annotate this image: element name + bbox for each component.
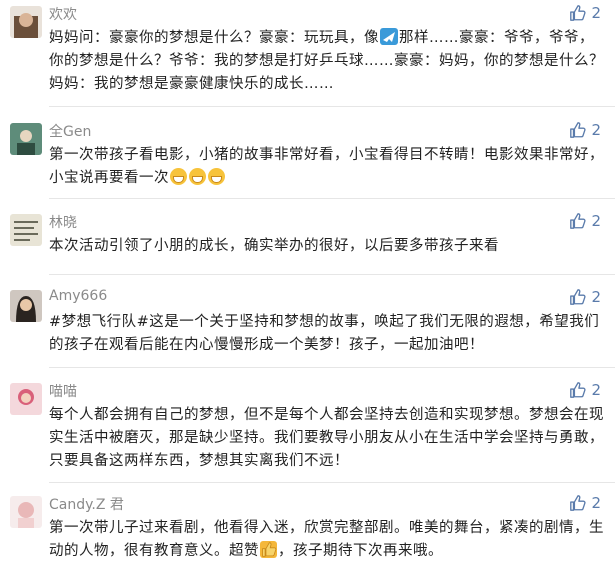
comment-text: 第一次带孩子看电影，小猪的故事非常好看，小宝看得目不转睛！电影效果非常好，小宝说…	[49, 147, 604, 186]
comment-text: #梦想飞行队#这是一个关于坚持和梦想的故事，唤起了我们无限的遐想，希望我们的孩子…	[49, 314, 600, 353]
comment-text: 每个人都会拥有自己的梦想，但不是每个人都会坚持去创造和实现梦想。梦想会在现实生活…	[49, 407, 604, 469]
divider	[49, 482, 615, 483]
avatar[interactable]	[10, 496, 42, 528]
commenter-name[interactable]: Amy666	[49, 288, 107, 304]
comment-item: 林晓 2 本次活动引领了小朋的成长，确实举办的很好，以后要多带孩子来看	[0, 208, 615, 268]
comment-item: 喵喵 2 每个人都会拥有自己的梦想，但不是每个人都会坚持去创造和实现梦想。梦想会…	[0, 377, 615, 487]
commenter-name[interactable]: 林晓	[49, 212, 77, 232]
comment-text: 妈妈问：豪豪你的梦想是什么？豪豪：玩玩具，像 那样……豪豪：爷爷，爷爷，你的梦想是…	[49, 28, 604, 92]
thumbs-up-icon	[570, 495, 587, 511]
comment-item: Amy666 2 #梦想飞行队#这是一个关于坚持和梦想的故事，唤起了我们无限的遐…	[0, 284, 615, 369]
comment-item: 欢欢 2 妈妈问：豪豪你的梦想是什么？豪豪：玩玩具，像 那样……豪豪：爷爷，爷爷，…	[0, 0, 615, 106]
comment-text: 第一次带儿子过来看剧，他看得入迷，欣赏完整部剧。唯美的舞台，紧凑的剧情，生动的人…	[49, 520, 604, 559]
divider	[49, 274, 615, 275]
commenter-name[interactable]: 喵喵	[49, 381, 77, 401]
commenter-name[interactable]: 欢欢	[49, 4, 77, 24]
avatar[interactable]	[10, 6, 42, 38]
commenter-name[interactable]: 全Gen	[49, 121, 91, 141]
airplane-icon	[380, 28, 398, 45]
like-button[interactable]: 2	[569, 121, 601, 139]
thumbs-up-icon	[570, 382, 587, 398]
like-count: 2	[591, 288, 601, 306]
thumbs-up-icon	[570, 5, 587, 21]
like-button[interactable]: 2	[569, 4, 601, 22]
grin-emoji-icon	[208, 168, 225, 185]
avatar[interactable]	[10, 290, 42, 322]
like-button[interactable]: 2	[569, 381, 601, 399]
like-count: 2	[591, 4, 601, 22]
avatar[interactable]	[10, 214, 42, 246]
comment-item: Candy.Z 君 2 第一次带儿子过来看剧，他看得入迷，欣赏完整部剧。唯美的舞…	[0, 490, 615, 575]
like-button[interactable]: 2	[569, 288, 601, 306]
like-button[interactable]: 2	[569, 494, 601, 512]
grin-emoji-icon	[189, 168, 206, 185]
grin-emoji-icon	[170, 168, 187, 185]
divider	[49, 106, 615, 107]
divider	[49, 367, 615, 368]
like-button[interactable]: 2	[569, 212, 601, 230]
divider	[49, 198, 615, 199]
thumbs-up-emoji-icon	[260, 541, 277, 558]
comment-text: 本次活动引领了小朋的成长，确实举办的很好，以后要多带孩子来看	[49, 238, 499, 254]
like-count: 2	[591, 494, 601, 512]
like-count: 2	[591, 212, 601, 230]
thumbs-up-icon	[570, 213, 587, 229]
thumbs-up-icon	[570, 122, 587, 138]
like-count: 2	[591, 121, 601, 139]
comment-list: 欢欢 2 妈妈问：豪豪你的梦想是什么？豪豪：玩玩具，像 那样……豪豪：爷爷，爷爷，…	[0, 0, 615, 575]
commenter-name[interactable]: Candy.Z 君	[49, 494, 124, 514]
thumbs-up-icon	[570, 289, 587, 305]
like-count: 2	[591, 381, 601, 399]
avatar[interactable]	[10, 383, 42, 415]
comment-item: 全Gen 2 第一次带孩子看电影，小猪的故事非常好看，小宝看得目不转睛！电影效果…	[0, 117, 615, 202]
avatar[interactable]	[10, 123, 42, 155]
